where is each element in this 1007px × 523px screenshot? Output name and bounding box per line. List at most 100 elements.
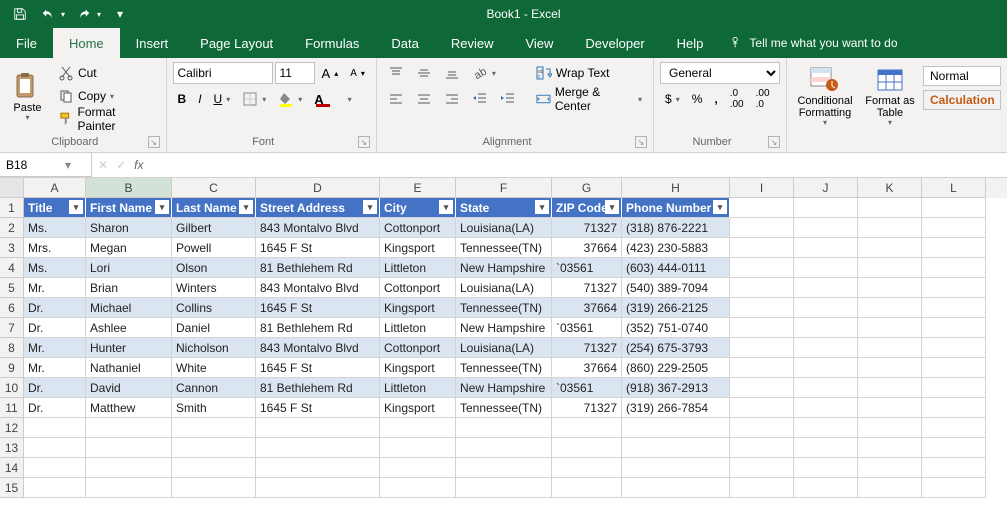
cell[interactable]: Collins — [172, 298, 256, 318]
italic-button[interactable]: I — [193, 88, 206, 110]
tab-data[interactable]: Data — [375, 28, 434, 58]
cell[interactable] — [794, 278, 858, 298]
cell[interactable] — [922, 198, 986, 218]
cell[interactable]: New Hampshire — [456, 318, 552, 338]
dialog-launcher[interactable] — [148, 136, 160, 148]
row-header[interactable]: 1 — [0, 198, 24, 218]
undo-button[interactable] — [36, 2, 60, 26]
cell[interactable]: Mr. — [24, 278, 86, 298]
cell[interactable] — [858, 458, 922, 478]
cell[interactable] — [858, 378, 922, 398]
cell[interactable] — [380, 478, 456, 498]
cell[interactable] — [794, 438, 858, 458]
font-color-button[interactable]: A▾ — [309, 88, 356, 110]
cell[interactable] — [24, 478, 86, 498]
format-painter-button[interactable]: Format Painter — [53, 108, 160, 130]
cell[interactable] — [922, 418, 986, 438]
cell[interactable]: Tennessee(TN) — [456, 238, 552, 258]
cell[interactable]: `03561 — [552, 258, 622, 278]
cell[interactable]: Ashlee — [86, 318, 172, 338]
cell[interactable]: Gilbert — [172, 218, 256, 238]
cell[interactable]: David — [86, 378, 172, 398]
font-size-input[interactable] — [275, 62, 315, 84]
cell[interactable] — [730, 278, 794, 298]
cell[interactable] — [922, 358, 986, 378]
column-header[interactable]: B — [86, 178, 172, 198]
tab-page-layout[interactable]: Page Layout — [184, 28, 289, 58]
filter-dropdown-icon[interactable]: ▾ — [363, 200, 377, 214]
cell[interactable]: Littleton — [380, 258, 456, 278]
cell[interactable]: 81 Bethlehem Rd — [256, 258, 380, 278]
cell[interactable] — [730, 238, 794, 258]
cell[interactable]: Kingsport — [380, 238, 456, 258]
row-header[interactable]: 9 — [0, 358, 24, 378]
cell[interactable]: Littleton — [380, 378, 456, 398]
copy-button[interactable]: Copy▾ — [53, 85, 160, 107]
cell[interactable]: Ms. — [24, 218, 86, 238]
cell[interactable] — [456, 438, 552, 458]
row-header[interactable]: 2 — [0, 218, 24, 238]
table-header-cell[interactable]: Title▾ — [24, 198, 86, 218]
dialog-launcher[interactable] — [358, 136, 370, 148]
cell-style-calculation[interactable]: Calculation — [923, 90, 1001, 110]
tab-file[interactable]: File — [0, 28, 53, 58]
cell[interactable]: Michael — [86, 298, 172, 318]
column-header[interactable]: F — [456, 178, 552, 198]
align-bottom-button[interactable] — [439, 62, 465, 84]
column-header[interactable]: G — [552, 178, 622, 198]
cell[interactable] — [794, 318, 858, 338]
cell[interactable]: 71327 — [552, 338, 622, 358]
cell[interactable] — [256, 458, 380, 478]
merge-center-button[interactable]: Merge & Center▾ — [531, 88, 647, 110]
cell[interactable]: Dr. — [24, 318, 86, 338]
conditional-formatting-button[interactable]: Conditional Formatting▾ — [793, 62, 857, 130]
cell[interactable] — [730, 398, 794, 418]
cell[interactable] — [858, 318, 922, 338]
formula-input[interactable] — [149, 153, 1007, 177]
cell[interactable]: (603) 444-0111 — [622, 258, 730, 278]
row-header[interactable]: 12 — [0, 418, 24, 438]
cell[interactable] — [86, 418, 172, 438]
increase-decimal-button[interactable]: .0.00 — [725, 88, 749, 110]
column-header[interactable]: C — [172, 178, 256, 198]
cell[interactable] — [552, 478, 622, 498]
cell[interactable] — [622, 438, 730, 458]
column-header[interactable]: J — [794, 178, 858, 198]
tab-developer[interactable]: Developer — [569, 28, 660, 58]
cell[interactable] — [730, 218, 794, 238]
orientation-button[interactable]: ab▾ — [467, 62, 501, 84]
table-header-cell[interactable]: Phone Number▾ — [622, 198, 730, 218]
cell[interactable] — [922, 298, 986, 318]
cell[interactable] — [730, 438, 794, 458]
cell[interactable]: Kingsport — [380, 298, 456, 318]
comma-format-button[interactable]: , — [709, 88, 722, 110]
cell[interactable]: Daniel — [172, 318, 256, 338]
cell[interactable]: Cottonport — [380, 278, 456, 298]
cell[interactable] — [730, 478, 794, 498]
cell[interactable] — [858, 298, 922, 318]
cell[interactable] — [922, 458, 986, 478]
table-header-cell[interactable]: First Name▾ — [86, 198, 172, 218]
align-middle-button[interactable] — [411, 62, 437, 84]
cell[interactable]: Dr. — [24, 378, 86, 398]
name-box-input[interactable] — [0, 158, 60, 172]
cell[interactable] — [922, 378, 986, 398]
redo-button[interactable] — [72, 2, 96, 26]
cell[interactable] — [172, 478, 256, 498]
cell[interactable] — [730, 258, 794, 278]
cell[interactable] — [256, 478, 380, 498]
percent-format-button[interactable]: % — [687, 88, 708, 110]
cell[interactable] — [730, 198, 794, 218]
accounting-format-button[interactable]: $ ▾ — [660, 88, 685, 110]
cell[interactable]: Kingsport — [380, 358, 456, 378]
cell[interactable] — [794, 338, 858, 358]
fill-color-button[interactable]: ▾ — [273, 88, 307, 110]
cell[interactable]: Smith — [172, 398, 256, 418]
cell[interactable]: Mr. — [24, 338, 86, 358]
borders-button[interactable]: ▾ — [237, 88, 271, 110]
cell[interactable]: 37664 — [552, 238, 622, 258]
cell[interactable]: Nicholson — [172, 338, 256, 358]
cell[interactable]: 81 Bethlehem Rd — [256, 318, 380, 338]
cell[interactable] — [794, 298, 858, 318]
cell[interactable] — [380, 458, 456, 478]
